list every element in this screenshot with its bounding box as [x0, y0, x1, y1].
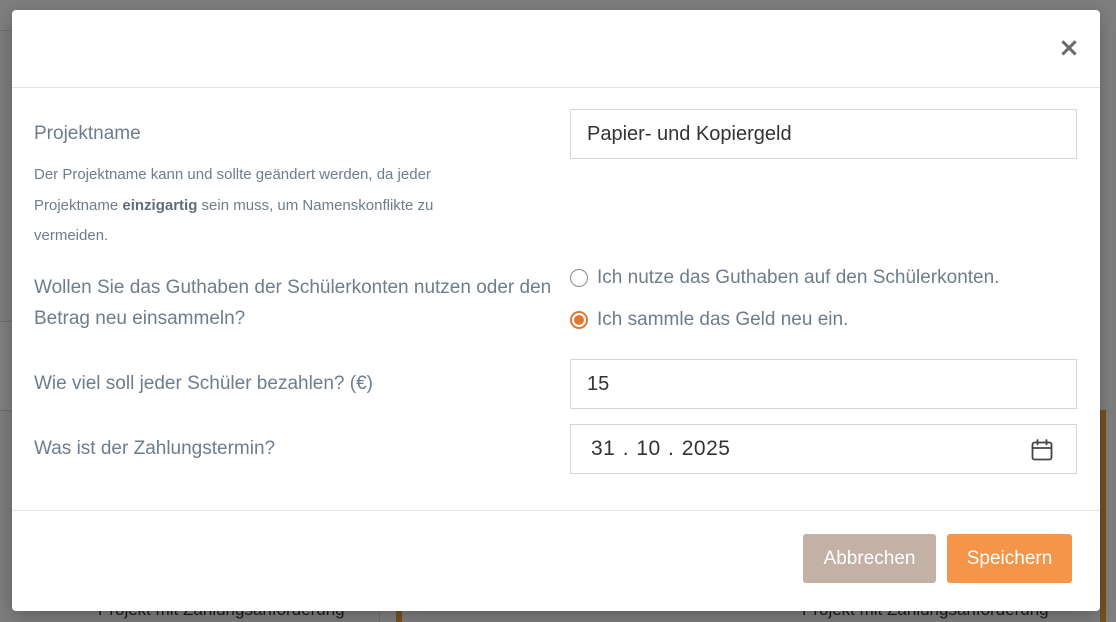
amount-input[interactable] — [570, 359, 1077, 409]
project-name-label: Projektname — [34, 123, 141, 144]
radio-collect-new-label[interactable]: Ich sammle das Geld neu ein. — [597, 309, 848, 331]
dialog-header: × — [12, 10, 1100, 88]
radio-button-selected[interactable] — [570, 311, 588, 329]
due-date-input[interactable]: 31 . 10 . 2025 — [570, 424, 1077, 474]
project-name-input[interactable] — [570, 109, 1077, 159]
project-name-help-emphasis: einzigartig — [122, 196, 198, 214]
save-button[interactable]: Speichern — [947, 534, 1072, 583]
radio-button[interactable] — [570, 269, 588, 287]
due-date-value[interactable]: 31 . 10 . 2025 — [591, 437, 730, 461]
funding-question-label: Wollen Sie das Guthaben der Schülerkonte… — [34, 277, 552, 329]
project-dialog: × Projektname Der Projektname kann und s… — [12, 10, 1100, 611]
amount-label: Wie viel soll jeder Schüler bezahlen? (€… — [34, 373, 373, 394]
dialog-footer: Abbrechen Speichern — [12, 510, 1100, 612]
project-name-help: Der Projektname kann und sollte geändert… — [34, 160, 504, 252]
due-date-label: Was ist der Zahlungstermin? — [34, 438, 276, 459]
cancel-button[interactable]: Abbrechen — [803, 534, 936, 583]
radio-use-balance-label[interactable]: Ich nutze das Guthaben auf den Schülerko… — [597, 267, 999, 289]
calendar-icon[interactable] — [1030, 438, 1054, 462]
close-button[interactable]: × — [1058, 35, 1080, 61]
